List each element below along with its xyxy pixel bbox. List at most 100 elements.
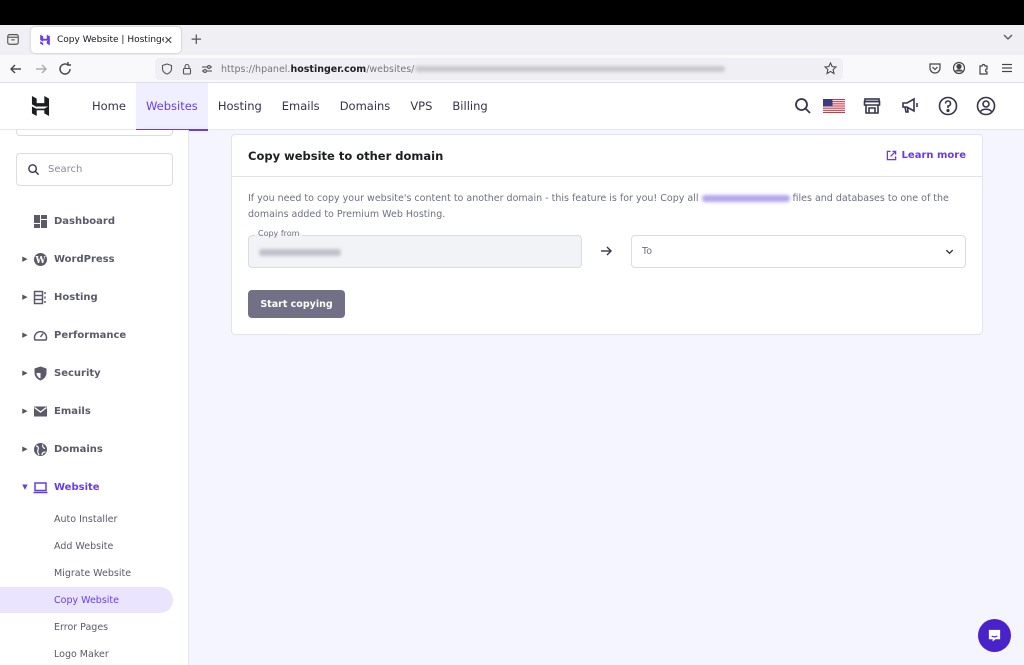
- copy-from-value-redacted: [259, 249, 341, 256]
- sidebar-search[interactable]: [16, 153, 173, 186]
- nav-hosting[interactable]: Hosting: [208, 83, 272, 130]
- chevron-down-icon[interactable]: [1002, 31, 1014, 43]
- new-tab-icon[interactable]: +: [190, 30, 203, 48]
- sidebar-item-label: Emails: [54, 405, 91, 417]
- megaphone-icon[interactable]: [900, 96, 920, 116]
- nav-billing[interactable]: Billing: [442, 83, 497, 130]
- sidebar-item-security[interactable]: ▶ Security: [0, 360, 188, 386]
- nav-domains[interactable]: Domains: [330, 83, 401, 130]
- chevron-down-icon: [945, 249, 954, 255]
- redacted-domain: [701, 195, 790, 202]
- search-icon[interactable]: [793, 96, 813, 116]
- sidebar-item-label: Hosting: [54, 291, 98, 303]
- sidebar-item-label: Domains: [54, 443, 103, 455]
- reload-icon[interactable]: [57, 61, 73, 77]
- main-nav: Home Websites Hosting Emails Domains VPS…: [82, 83, 498, 131]
- sidebar: Dashboard ▶ W WordPress ▶ Hosting ▶ Perf…: [0, 130, 189, 665]
- caret-right-icon: ▶: [22, 445, 28, 453]
- us-flag-icon[interactable]: [823, 99, 845, 113]
- card-body: If you need to copy your website's conte…: [232, 177, 982, 332]
- card-description: If you need to copy your website's conte…: [248, 191, 966, 223]
- sidebar-search-input[interactable]: [48, 164, 158, 175]
- sidebar-item-label: Dashboard: [54, 215, 115, 227]
- app-header: Home Websites Hosting Emails Domains VPS…: [0, 83, 1024, 131]
- chat-launcher-button[interactable]: [978, 619, 1011, 652]
- tab-list-icon[interactable]: [6, 32, 20, 46]
- screen-top-bar: [0, 0, 1024, 25]
- nav-vps[interactable]: VPS: [400, 83, 442, 130]
- hpanel-app: Home Websites Hosting Emails Domains VPS…: [0, 83, 1024, 665]
- to-domain-select[interactable]: To: [631, 235, 966, 268]
- url-prefix: https://hpanel.: [221, 63, 291, 75]
- svg-text:W: W: [34, 256, 46, 266]
- sidebar-item-label: Performance: [54, 329, 127, 341]
- copy-from-label: Copy from: [255, 229, 303, 238]
- extensions-icon[interactable]: [977, 61, 991, 75]
- caret-right-icon: ▶: [22, 331, 28, 339]
- nav-websites[interactable]: Websites: [135, 83, 208, 131]
- caret-right-icon: ▶: [22, 407, 28, 415]
- wordpress-icon: W: [34, 252, 47, 266]
- caret-right-icon: ▶: [22, 369, 28, 377]
- to-select-placeholder: To: [642, 246, 653, 257]
- tab-title: Copy Website | Hostinger: [57, 35, 164, 45]
- tab-close-icon[interactable]: ✕: [164, 34, 173, 47]
- help-icon[interactable]: [938, 96, 958, 116]
- sidebar-item-label: Security: [54, 367, 101, 379]
- sidebar-subitem-logo-maker[interactable]: Logo Maker: [0, 641, 173, 665]
- nav-home[interactable]: Home: [82, 83, 136, 130]
- copy-website-card: Copy website to other domain Learn more …: [231, 134, 983, 335]
- learn-more-link[interactable]: Learn more: [886, 150, 966, 161]
- search-icon: [28, 164, 40, 176]
- sidebar-item-label: Website: [54, 481, 100, 493]
- card-title: Copy website to other domain: [248, 148, 444, 163]
- start-copying-button[interactable]: Start copying: [248, 290, 345, 318]
- sidebar-item-emails[interactable]: ▶ Emails: [0, 398, 188, 424]
- url-domain: hostinger.com: [290, 63, 367, 75]
- sidebar-item-wordpress[interactable]: ▶ W WordPress: [0, 246, 188, 272]
- sidebar-subitem-copy-website[interactable]: Copy Website: [0, 587, 173, 613]
- nav-emails[interactable]: Emails: [272, 83, 330, 130]
- mail-icon: [34, 406, 47, 416]
- sidebar-item-performance[interactable]: ▶ Performance: [0, 322, 188, 348]
- permissions-icon[interactable]: [201, 63, 213, 75]
- sidebar-website-selector[interactable]: [16, 130, 173, 136]
- sidebar-subitem-add-website[interactable]: Add Website: [0, 533, 173, 559]
- card-header: Copy website to other domain Learn more: [232, 135, 982, 177]
- back-icon[interactable]: [8, 61, 24, 77]
- dashboard-icon: [34, 214, 47, 228]
- url-text: https://hpanel.hostinger.com/websites/: [221, 63, 726, 75]
- hostinger-favicon-icon: [40, 34, 50, 46]
- hostinger-logo-icon[interactable]: [31, 96, 50, 116]
- tracking-shield-icon[interactable]: [161, 63, 173, 75]
- browser-tab-strip: Copy Website | Hostinger ✕ +: [0, 25, 1024, 55]
- sidebar-subitem-error-pages[interactable]: Error Pages: [0, 614, 173, 640]
- hosting-icon: [33, 290, 46, 304]
- sidebar-item-label: WordPress: [54, 253, 115, 265]
- pocket-icon[interactable]: [928, 61, 942, 75]
- forward-icon[interactable]: [33, 61, 49, 77]
- account-toolbar-icon[interactable]: [952, 61, 966, 75]
- browser-tab[interactable]: Copy Website | Hostinger ✕: [31, 27, 181, 53]
- caret-right-icon: ▶: [22, 255, 28, 263]
- url-path: /websites/: [366, 63, 415, 75]
- sidebar-item-dashboard[interactable]: Dashboard: [0, 208, 188, 234]
- external-link-icon: [886, 150, 896, 161]
- store-icon[interactable]: [862, 96, 882, 116]
- url-bar[interactable]: https://hpanel.hostinger.com/websites/: [155, 58, 843, 80]
- sidebar-subitem-migrate-website[interactable]: Migrate Website: [0, 560, 173, 586]
- caret-down-icon: ▼: [22, 483, 28, 491]
- sidebar-item-domains[interactable]: ▶ Domains: [0, 436, 188, 462]
- sidebar-subitem-auto-installer[interactable]: Auto Installer: [0, 506, 173, 532]
- arrow-right-icon: [601, 246, 612, 256]
- bookmark-star-icon[interactable]: [824, 62, 837, 75]
- copy-form-row: Copy from To: [248, 229, 966, 268]
- menu-icon[interactable]: [1000, 61, 1014, 75]
- lock-icon[interactable]: [181, 63, 193, 75]
- chat-icon: [988, 629, 1001, 642]
- shield-icon: [34, 366, 47, 380]
- account-icon[interactable]: [976, 96, 996, 116]
- globe-icon: [34, 442, 47, 456]
- sidebar-item-hosting[interactable]: ▶ Hosting: [0, 284, 188, 310]
- sidebar-item-website[interactable]: ▼ Website: [0, 474, 188, 500]
